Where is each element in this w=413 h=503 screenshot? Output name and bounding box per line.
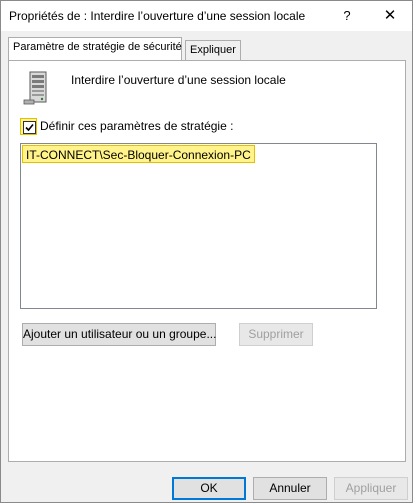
- tab-panel: Interdire l’ouverture d’une session loca…: [8, 60, 406, 462]
- cancel-button[interactable]: Annuler: [253, 477, 327, 500]
- list-item[interactable]: IT-CONNECT\Sec-Bloquer-Connexion-PC: [22, 145, 255, 163]
- checkmark-icon: [25, 123, 34, 132]
- policy-name: Interdire l’ouverture d’une session loca…: [71, 73, 286, 87]
- close-button[interactable]: ✕: [376, 5, 404, 27]
- help-button[interactable]: ?: [333, 5, 361, 27]
- members-listbox[interactable]: IT-CONNECT\Sec-Bloquer-Connexion-PC: [20, 143, 377, 309]
- add-user-or-group-button[interactable]: Ajouter un utilisateur ou un groupe...: [22, 323, 216, 346]
- title-bar: Propriétés de : Interdire l’ouverture d’…: [1, 1, 412, 31]
- tab-security-policy-setting[interactable]: Paramètre de stratégie de sécurité: [8, 37, 182, 60]
- checkbox-highlight: [20, 118, 37, 135]
- ok-button[interactable]: OK: [172, 477, 246, 500]
- define-settings-checkbox[interactable]: [23, 121, 36, 134]
- window-title: Propriétés de : Interdire l’ouverture d’…: [9, 9, 306, 23]
- apply-button[interactable]: Appliquer: [334, 477, 408, 500]
- properties-dialog: Propriétés de : Interdire l’ouverture d’…: [0, 0, 413, 503]
- remove-button[interactable]: Supprimer: [239, 323, 313, 346]
- define-settings-label: Définir ces paramètres de stratégie :: [40, 119, 234, 133]
- server-icon: [22, 71, 54, 105]
- tab-explain[interactable]: Expliquer: [185, 40, 241, 60]
